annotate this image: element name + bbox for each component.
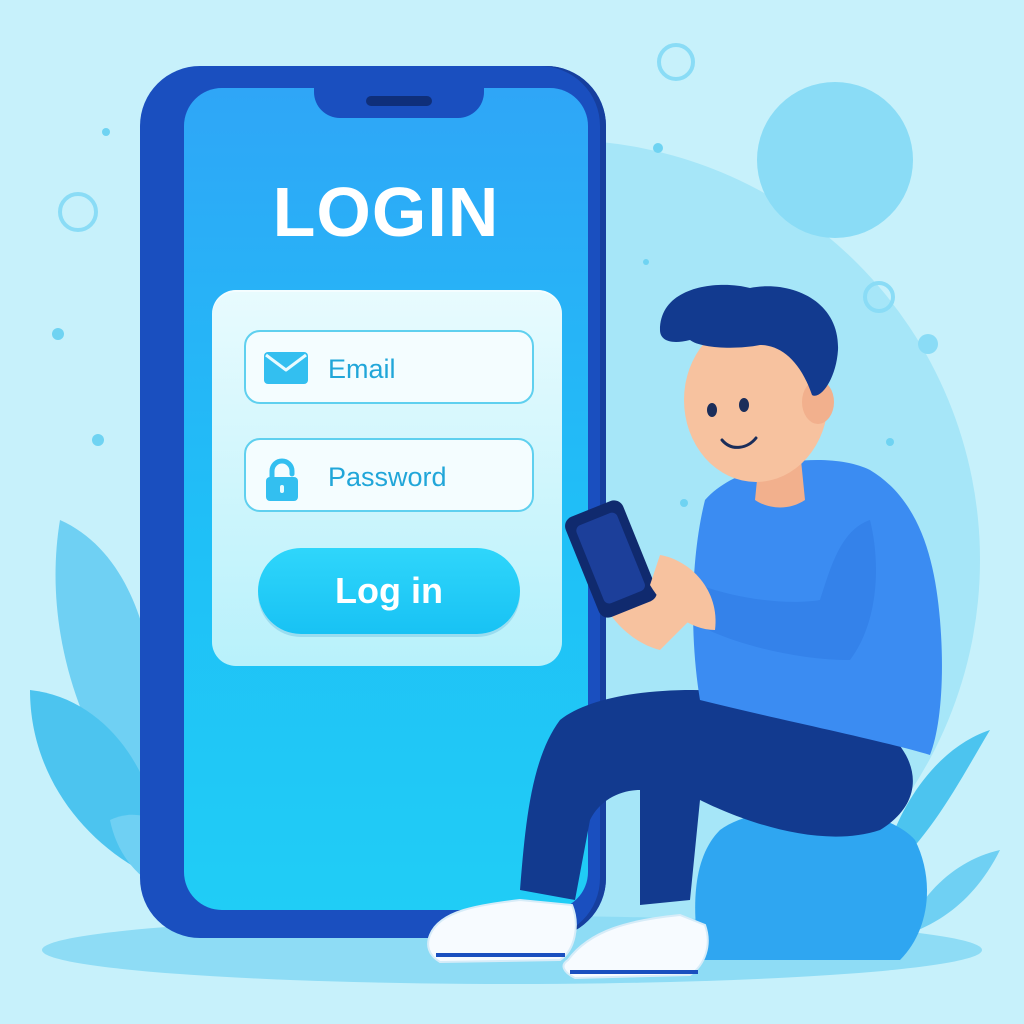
person-illustration (427, 284, 942, 980)
shoe (427, 898, 577, 964)
eye (739, 398, 749, 412)
eye (707, 403, 717, 417)
login-illustration: LOGIN Email Password Log in (0, 0, 1024, 1024)
shoe (562, 913, 709, 980)
